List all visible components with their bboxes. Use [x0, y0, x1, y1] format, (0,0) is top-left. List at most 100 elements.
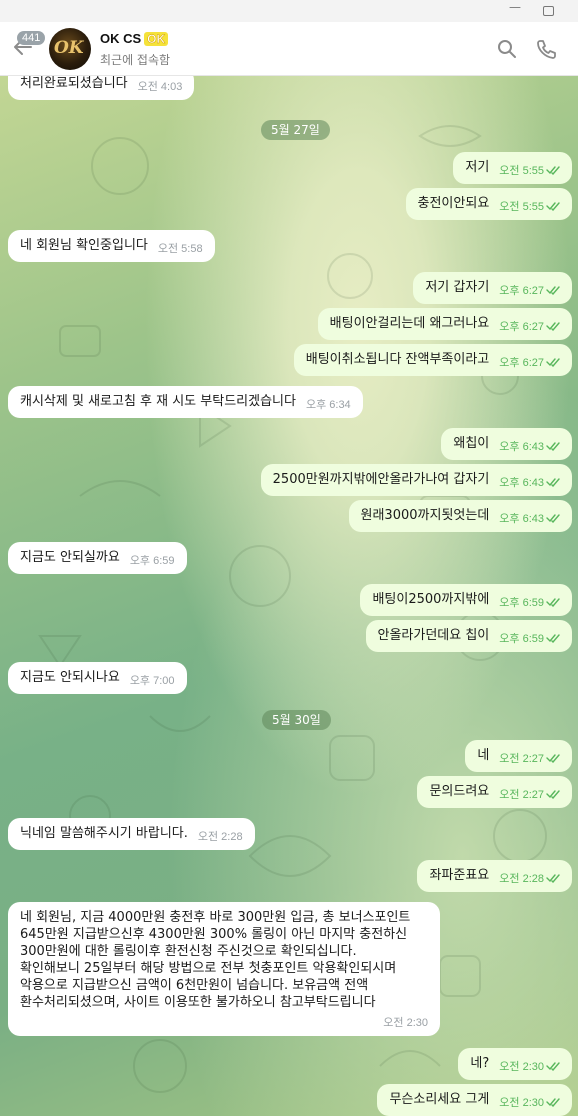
message-text-line: 645만원 지급받으신후 4300만원 300% 롤링이 아닌 마지막 충전하신: [20, 927, 408, 942]
read-check-icon: [546, 283, 560, 296]
chat-area[interactable]: 처리완료되셨습니다 오전 4:03 저기 오전 5:55 충전이안되요 오전 5:55 네 …: [0, 76, 578, 1116]
message-time: 오후 6:43: [499, 477, 544, 489]
message-bubble-incoming[interactable]: 지금도 안되시나요 오후 7:00: [8, 662, 187, 694]
title-badge: OK: [144, 32, 169, 46]
avatar-logo-text: OK: [54, 38, 84, 58]
message-text: 닉네임 말씀해주시기 바랍니다.: [20, 826, 188, 841]
search-icon[interactable]: [496, 38, 518, 60]
message-time: 오후 6:43: [499, 441, 544, 453]
message-bubble-outgoing[interactable]: 배팅이안걸리는데 왜그러나요 오후 6:27: [317, 308, 572, 340]
message-text: 무슨소리세요 그게: [389, 1092, 490, 1107]
message-text-line: 네 회원님, 지금 4000만원 충전후 바로 300만원 입금, 총 보너스포…: [20, 910, 411, 925]
read-check-icon: [546, 199, 560, 212]
message-bubble-outgoing[interactable]: 네 오전 2:27: [465, 740, 572, 772]
message-bubble-incoming[interactable]: 네 회원님 확인중입니다 오전 5:58: [8, 230, 215, 262]
read-check-icon: [546, 319, 560, 332]
message-time: 오전 5:55: [499, 201, 544, 213]
message-bubble-outgoing[interactable]: 충전이안되요 오전 5:55: [405, 188, 572, 220]
message-time-row: 오전 2:30: [20, 1011, 428, 1029]
message-text: 네?: [470, 1056, 490, 1071]
message-text: 지금도 안되시나요: [20, 670, 120, 685]
avatar[interactable]: OK: [49, 28, 91, 70]
maximize-icon[interactable]: [543, 6, 554, 16]
message-time: 오전 4:03: [137, 81, 183, 93]
read-check-icon: [546, 631, 560, 644]
message-bubble-outgoing[interactable]: 네? 오전 2:30: [458, 1048, 572, 1080]
message-time: 오전 2:28: [499, 873, 544, 885]
chat-header: 441 OK OK CS OK 최근에 접속함: [0, 22, 578, 76]
message-text: 2500만원까지밖에안올라가나여 갑자기: [272, 472, 490, 487]
message-time: 오전 2:30: [499, 1097, 544, 1109]
date-separator: 5월 30일: [262, 710, 331, 730]
message-bubble-incoming[interactable]: 캐시삭제 및 새로고침 후 재 시도 부탁드리겠습니다 오후 6:34: [8, 386, 363, 418]
message-bubble-outgoing[interactable]: 안올라가던데요 칩이 오후 6:59: [365, 620, 572, 652]
message-text-line: 환수처리되셨으며, 사이트 이용또한 불가하오니 참고부탁드립니다: [20, 995, 376, 1010]
message-time: 오전 2:27: [499, 789, 544, 801]
message-time: 오후 6:59: [499, 597, 544, 609]
message-text: 네 회원님 확인중입니다: [20, 238, 148, 253]
read-check-icon: [546, 475, 560, 488]
message-bubble-incoming[interactable]: 닉네임 말씀해주시기 바랍니다. 오전 2:28: [8, 818, 255, 850]
message-bubble-outgoing[interactable]: 문의드려요 오전 2:27: [417, 776, 572, 808]
message-text: 배팅이2500까지밖에: [372, 592, 490, 607]
message-time: 오전 5:55: [499, 165, 544, 177]
read-check-icon: [546, 787, 560, 800]
chat-title-text: OK CS: [100, 31, 142, 46]
message-text-line: 악용으로 지급받으신 금액이 6천만원이 넘습니다. 보유금액 전액: [20, 978, 369, 993]
read-check-icon: [546, 1059, 560, 1072]
read-check-icon: [546, 439, 560, 452]
message-bubble-outgoing[interactable]: 저기 오전 5:55: [453, 152, 572, 184]
phone-call-icon[interactable]: [535, 38, 557, 60]
message-bubble-outgoing[interactable]: 원래3000까지됫엇는데 오후 6:43: [348, 500, 572, 532]
message-text: 좌파준표요: [429, 868, 490, 883]
message-time: 오전 2:27: [499, 753, 544, 765]
message-text: 안올라가던데요 칩이: [377, 628, 490, 643]
message-time: 오후 6:34: [305, 399, 351, 411]
message-time: 오후 6:43: [499, 513, 544, 525]
message-bubble-outgoing[interactable]: 무슨소리세요 그게 오전 2:30: [377, 1084, 572, 1116]
message-time: 오후 6:27: [499, 321, 544, 333]
message-text: 캐시삭제 및 새로고침 후 재 시도 부탁드리겠습니다: [20, 394, 296, 409]
message-bubble-outgoing[interactable]: 배팅이취소됩니다 잔액부족이라고 오후 6:27: [293, 344, 572, 376]
message-bubble-incoming[interactable]: 처리완료되셨습니다 오전 4:03: [8, 76, 195, 100]
message-text-line: 확인해보니 25일부터 해당 방법으로 전부 첫충포인트 악용확인되시며: [20, 961, 397, 976]
chat-title: OK CS OK: [100, 31, 169, 46]
message-text: 충전이안되요: [417, 196, 490, 211]
message-bubble-outgoing[interactable]: 2500만원까지밖에안올라가나여 갑자기 오후 6:43: [260, 464, 572, 496]
read-check-icon: [546, 163, 560, 176]
read-check-icon: [546, 871, 560, 884]
message-text: 배팅이안걸리는데 왜그러나요: [329, 316, 490, 331]
date-separator: 5월 27일: [261, 120, 330, 140]
message-bubble-outgoing[interactable]: 저기 갑자기 오후 6:27: [413, 272, 572, 304]
message-bubble-outgoing[interactable]: 배팅이2500까지밖에 오후 6:59: [360, 584, 572, 616]
message-text: 저기: [465, 160, 490, 175]
message-text: 네: [477, 748, 490, 763]
message-time: 오후 6:27: [499, 357, 544, 369]
message-time: 오후 7:00: [129, 675, 175, 687]
read-check-icon: [546, 511, 560, 524]
read-check-icon: [546, 1095, 560, 1108]
message-time: 오후 6:59: [129, 555, 175, 567]
message-time: 오전 2:30: [383, 1017, 428, 1029]
message-text-line: 300만원에 대한 롤링이후 환전신청 주신것으로 확인되십니다.: [20, 944, 357, 959]
window-title-bar: —: [0, 0, 578, 22]
message-bubble-incoming[interactable]: 네 회원님, 지금 4000만원 충전후 바로 300만원 입금, 총 보너스포…: [8, 902, 440, 1036]
message-time: 오후 6:59: [499, 633, 544, 645]
unread-count-badge: 441: [17, 31, 46, 45]
message-time: 오전 2:30: [499, 1061, 544, 1073]
message-text: 문의드려요: [429, 784, 490, 799]
minimize-icon[interactable]: —: [509, 0, 521, 14]
message-time: 오전 2:28: [197, 831, 243, 843]
message-text: 배팅이취소됩니다 잔액부족이라고: [305, 352, 490, 367]
read-check-icon: [546, 751, 560, 764]
message-text: 처리완료되셨습니다: [20, 76, 128, 91]
message-bubble-incoming[interactable]: 지금도 안되실까요 오후 6:59: [8, 542, 187, 574]
read-check-icon: [546, 355, 560, 368]
message-text: 지금도 안되실까요: [20, 550, 120, 565]
message-bubble-outgoing[interactable]: 왜칩이 오후 6:43: [441, 428, 572, 460]
message-text: 원래3000까지됫엇는데: [360, 508, 490, 523]
message-bubble-outgoing[interactable]: 좌파준표요 오전 2:28: [417, 860, 572, 892]
read-check-icon: [546, 595, 560, 608]
message-time: 오전 5:58: [157, 243, 203, 255]
message-text: 저기 갑자기: [425, 280, 490, 295]
